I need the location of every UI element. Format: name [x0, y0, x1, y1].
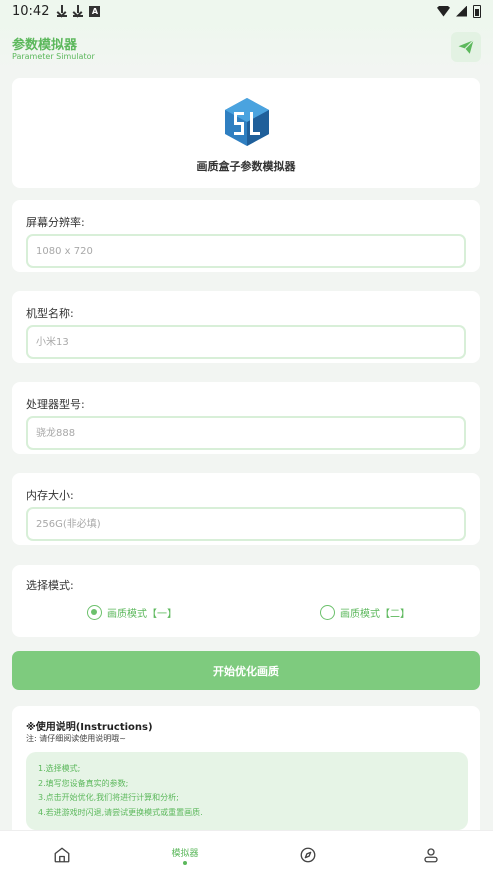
mode-option-two[interactable]: 画质模式【二】: [320, 605, 410, 620]
mode-option-one[interactable]: 画质模式【一】: [87, 605, 177, 620]
send-button[interactable]: [451, 32, 481, 62]
page-title: 参数模拟器: [12, 38, 78, 53]
wifi-icon: [437, 5, 450, 17]
nav-simulator[interactable]: 模拟器: [155, 831, 215, 878]
instructions-title: ※使用说明(Instructions): [26, 722, 153, 733]
logo-card: 画质盒子参数模拟器: [12, 78, 480, 188]
memory-input[interactable]: [26, 507, 466, 541]
instructions-card: ※使用说明(Instructions) 注: 请仔细阅读使用说明哦~ 1.选择模…: [12, 706, 480, 830]
mode-option-two-label: 画质模式【二】: [340, 609, 410, 620]
mode-option-one-label: 画质模式【一】: [107, 609, 177, 620]
active-dot: [183, 860, 187, 865]
resolution-input[interactable]: [26, 234, 466, 268]
nav-simulator-label: 模拟器: [171, 848, 199, 859]
compass-icon: [300, 847, 316, 863]
model-label: 机型名称:: [26, 307, 74, 320]
home-icon: [54, 847, 70, 863]
radio-unchecked-icon[interactable]: [320, 605, 335, 620]
battery-icon: [473, 4, 481, 18]
instructions-note: 注: 请仔细阅读使用说明哦~: [26, 734, 126, 743]
resolution-card: 屏幕分辨率:: [12, 200, 480, 272]
mode-card: 选择模式: 画质模式【一】 画质模式【二】: [12, 565, 480, 637]
nav-profile[interactable]: [401, 831, 461, 878]
instruction-step: 4.若进游戏时闪退,请尝试更换模式或重置画质.: [38, 807, 203, 817]
status-time: 10:42: [12, 3, 50, 19]
app-logo: [222, 96, 272, 148]
app-header: 参数模拟器 Parameter Simulator: [0, 22, 493, 72]
model-input[interactable]: [26, 325, 466, 359]
mode-label: 选择模式:: [26, 579, 74, 592]
nav-home[interactable]: [32, 831, 92, 878]
bottom-nav: 模拟器: [0, 830, 493, 878]
resolution-label: 屏幕分辨率:: [26, 216, 85, 229]
memory-card: 内存大小:: [12, 473, 480, 545]
processor-label: 处理器型号:: [26, 398, 85, 411]
memory-label: 内存大小:: [26, 489, 74, 502]
status-bar: 10:42 A: [0, 0, 493, 22]
radio-checked-icon[interactable]: [87, 605, 102, 620]
user-icon: [424, 848, 438, 863]
processor-input[interactable]: [26, 416, 466, 450]
status-left: 10:42 A: [12, 3, 101, 19]
start-optimize-button[interactable]: 开始优化画质: [12, 651, 480, 690]
send-icon: [458, 39, 474, 54]
download-icon: [73, 5, 84, 17]
app-a-icon: A: [89, 5, 101, 17]
logo-caption: 画质盒子参数模拟器: [196, 160, 296, 173]
download-icon: [57, 5, 68, 17]
instruction-step: 2.填写您设备真实的参数;: [38, 778, 129, 788]
status-right: [437, 4, 481, 18]
signal-icon: [456, 5, 467, 17]
notification-icons: A: [57, 5, 101, 17]
instruction-step: 3.点击开始优化,我们将进行计算和分析;: [38, 793, 179, 802]
processor-card: 处理器型号:: [12, 382, 480, 454]
instruction-step: 1.选择模式;: [38, 764, 81, 773]
nav-discover[interactable]: [278, 831, 338, 878]
page-subtitle: Parameter Simulator: [12, 52, 95, 61]
instructions-box: 1.选择模式; 2.填写您设备真实的参数; 3.点击开始优化,我们将进行计算和分…: [26, 752, 468, 830]
model-card: 机型名称:: [12, 291, 480, 363]
